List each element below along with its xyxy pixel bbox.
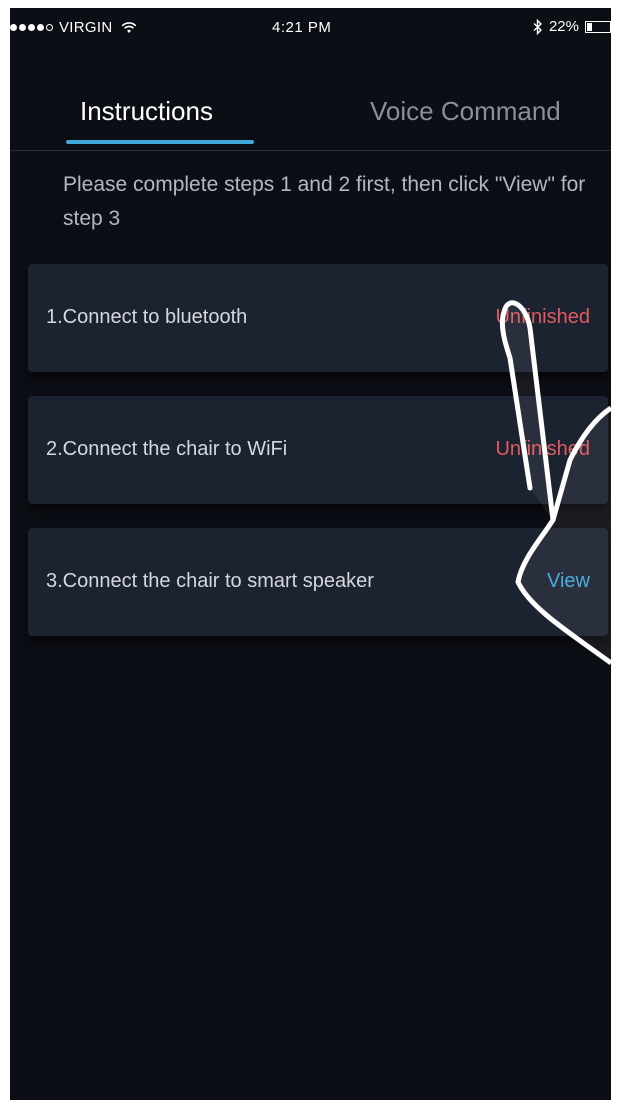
battery-percent: 22%	[548, 18, 579, 35]
step-bluetooth[interactable]: 1.Connect to bluetooth Unfinished	[28, 264, 608, 372]
status-time: 4:21 PM	[272, 19, 332, 36]
battery-fill	[587, 22, 593, 31]
tab-instructions[interactable]: Instructions	[80, 96, 213, 127]
status-bar: VIRGIN 4:21 PM 22%	[10, 8, 611, 48]
signal-strength-icon	[10, 24, 53, 31]
carrier-name: VIRGIN	[59, 19, 113, 36]
step-label: 3.Connect the chair to smart speaker	[46, 570, 374, 592]
status-right: 22%	[533, 18, 611, 35]
step-smart-speaker[interactable]: 3.Connect the chair to smart speaker Vie…	[28, 528, 608, 636]
view-button[interactable]: View	[547, 570, 590, 593]
tab-bar: Instructions Voice Command	[10, 78, 611, 151]
wifi-icon	[122, 21, 137, 33]
instruction-text: Please complete steps 1 and 2 first, the…	[63, 173, 586, 230]
step-label: 2.Connect the chair to WiFi	[46, 438, 288, 460]
bluetooth-icon	[533, 18, 542, 35]
tab-voice-command[interactable]: Voice Command	[370, 96, 561, 127]
phone-screen: VIRGIN 4:21 PM 22% Instructions Voice Co…	[10, 8, 611, 1100]
active-tab-indicator	[66, 140, 254, 144]
step-wifi[interactable]: 2.Connect the chair to WiFi Unfinished	[28, 396, 608, 504]
step-status: Unfinished	[495, 306, 590, 328]
step-label: 1.Connect to bluetooth	[46, 306, 248, 328]
step-status: Unfinished	[495, 438, 590, 460]
status-left: VIRGIN	[10, 19, 137, 36]
battery-icon	[585, 20, 611, 33]
